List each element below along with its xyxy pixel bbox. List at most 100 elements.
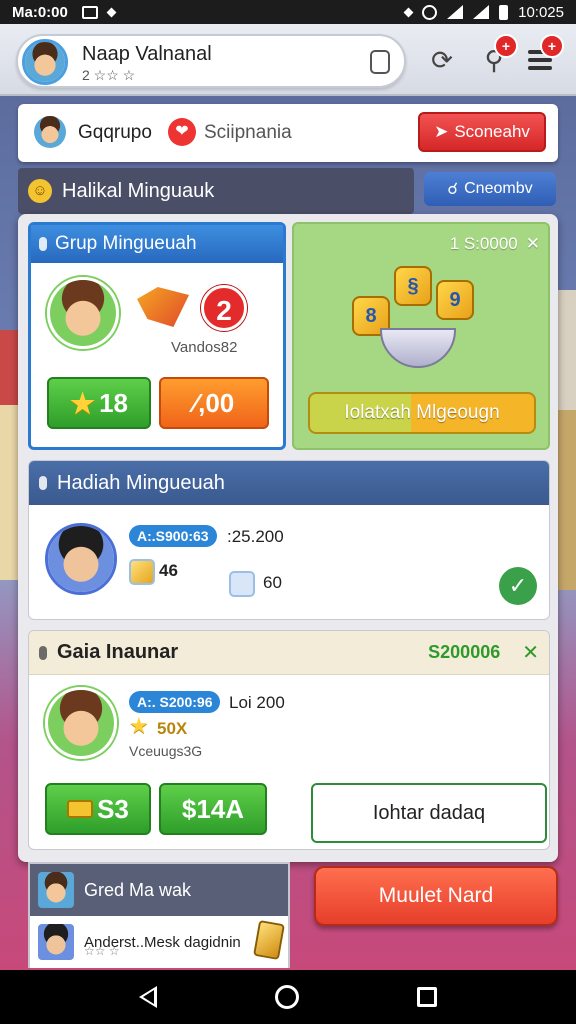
link-icon: ☌ (447, 181, 459, 198)
gaia-card-title: Gaia Inaunar (57, 641, 179, 663)
notification-badge: + (494, 34, 518, 58)
group-card[interactable]: Grup Mingueuah 2 Vandos82 ★ 18 ⁄,00 (28, 222, 286, 450)
player-name: Naap Valnanal (82, 43, 212, 65)
navigation-bar (0, 970, 576, 1024)
top-header: Naap Valnanal 2 ☆☆ ☆ ⟳ ⚲ + + (0, 24, 576, 96)
group-avatar (34, 116, 66, 148)
reward-card-header: 1 S:0000 ✕ (450, 234, 540, 254)
gaia-sub-label: Vceuugs3G (129, 743, 203, 759)
section-strip: ☺ Halikal Minguauk (18, 168, 414, 214)
gaia-amount: S200006 (428, 642, 501, 662)
hadiah-avatar (45, 523, 117, 595)
group-sub-label: Sciipnania (204, 122, 292, 143)
group-card-title: Grup Mingueuah (55, 233, 197, 254)
treasure-bowl (380, 328, 456, 368)
gaia-green-value-2: $14A (181, 793, 245, 824)
menu-badge: + (540, 34, 564, 58)
gaia-outline-button[interactable]: Iohtar dadaq (311, 783, 547, 843)
list-item[interactable]: Gred Ma wak (30, 864, 288, 916)
gaia-green-value-1: S3 (97, 793, 129, 824)
group-card-avatar (47, 277, 119, 349)
list-item-avatar (38, 872, 74, 908)
status-time: Ma:0:00 (12, 3, 68, 21)
lock-icon (39, 645, 47, 660)
group-number-badge: 2 (201, 285, 247, 331)
star-icon: ★ (129, 713, 149, 738)
reward-amount: 1 S:0000 (449, 234, 518, 253)
gaia-green-button-1[interactable]: S3 (45, 783, 151, 835)
reward-card[interactable]: 1 S:0000 ✕ 8 § 9 Iolatxah Mlgeougn (292, 222, 550, 450)
battery-icon (499, 4, 509, 20)
main-panel: Grup Mingueuah 2 Vandos82 ★ 18 ⁄,00 1 S:… (18, 214, 558, 862)
gaia-value: Loi 200 (229, 693, 285, 712)
group-bar: Gqqrupo ❤ Sciipnania ➤ Sconeahv (18, 104, 558, 162)
coin-icon (253, 920, 285, 960)
heart-icon: ❤ (168, 118, 196, 146)
gaia-card[interactable]: Gaia Inaunar S200006 ✕ A:. S200:96 Loi 2… (28, 630, 550, 850)
hadiah-count: 46 (159, 561, 178, 580)
gaia-avatar (45, 687, 117, 759)
hadiah-card[interactable]: Hadiah Mingueuah A:.S900:63 :25.200 46 6… (28, 460, 550, 620)
strip-button[interactable]: ☌ Cneombv (424, 172, 556, 206)
notification-dot-icon (106, 7, 117, 17)
treasure-coin: 9 (436, 280, 474, 320)
home-icon[interactable] (275, 985, 299, 1009)
gaia-tag: A:. S200:96 (129, 691, 221, 713)
star-box-icon (229, 571, 255, 597)
bottom-action-button[interactable]: Muulet Nard (314, 866, 558, 926)
section-title: Halikal Minguauk (62, 179, 215, 202)
share-button[interactable]: ⟳ (424, 38, 460, 82)
signal-icon (473, 5, 490, 19)
share-icon: ⟳ (431, 44, 453, 75)
hadiah-tag: A:.S900:63 (129, 525, 217, 547)
alarm-icon (422, 4, 438, 20)
smile-icon: ☺ (28, 179, 52, 203)
gaia-card-header: Gaia Inaunar S200006 ✕ (29, 631, 549, 675)
player-profile[interactable]: Naap Valnanal 2 ☆☆ ☆ (16, 34, 406, 88)
arrow-icon: ➤ (434, 122, 449, 141)
player-avatar[interactable] (22, 39, 68, 85)
group-card-header: Grup Mingueuah (31, 225, 283, 263)
notifications-button[interactable]: ⚲ + (476, 34, 518, 82)
bluetooth-icon (403, 7, 414, 17)
status-bar: Ma:0:00 10:025 (0, 0, 576, 24)
wifi-icon (447, 5, 464, 19)
player-level: 2 ☆☆ ☆ (82, 67, 136, 83)
list-item-label: Gred Ma wak (84, 879, 192, 900)
gallery-icon (81, 5, 98, 19)
bottom-list: Gred Ma wak Anderst..Mesk dagidnin ☆☆ ☆ (28, 862, 290, 968)
hadiah-coins: 60 (263, 573, 282, 592)
gold-bar-icon (67, 800, 94, 818)
group-label: Gqqrupo (78, 122, 152, 143)
lock-icon (39, 476, 47, 490)
status-clock: 10:025 (518, 3, 564, 21)
close-icon[interactable]: ✕ (522, 640, 539, 665)
back-icon[interactable] (139, 986, 157, 1008)
close-icon[interactable]: ✕ (526, 234, 540, 254)
gaia-green-button-2[interactable]: $14A (159, 783, 267, 835)
list-item-avatar (38, 924, 74, 960)
treasure-coin: § (394, 266, 432, 306)
stars-value: 18 (99, 387, 129, 418)
hadiah-value: :25.200 (227, 527, 284, 546)
gift-icon (137, 287, 189, 327)
group-action-button[interactable]: ➤ Sconeahv (418, 112, 546, 152)
list-item-stars: ☆☆ ☆ (84, 944, 120, 958)
stars-button[interactable]: ★ 18 (47, 377, 151, 429)
orange-value: ⁄,00 (193, 387, 235, 418)
reward-claim-button[interactable]: Iolatxah Mlgeougn (308, 392, 536, 434)
check-button[interactable]: ✓ (499, 567, 537, 605)
lock-icon (39, 237, 47, 251)
hadiah-card-title: Hadiah Mingueuah (57, 471, 225, 494)
menu-button[interactable]: + (522, 34, 564, 82)
list-item[interactable]: Anderst..Mesk dagidnin ☆☆ ☆ (30, 916, 288, 968)
hadiah-card-header: Hadiah Mingueuah (29, 461, 549, 505)
phone-icon[interactable] (370, 50, 390, 74)
gaia-stars: 50X (157, 719, 188, 738)
group-card-sub-label: Vandos82 (171, 339, 238, 356)
treasure-illustration: 8 § 9 (350, 266, 480, 376)
recent-apps-icon[interactable] (417, 987, 437, 1007)
group-action-label: Sconeahv (454, 122, 530, 141)
orange-value-button[interactable]: ⁄,00 (159, 377, 269, 429)
star-icon: ★ (69, 387, 96, 419)
